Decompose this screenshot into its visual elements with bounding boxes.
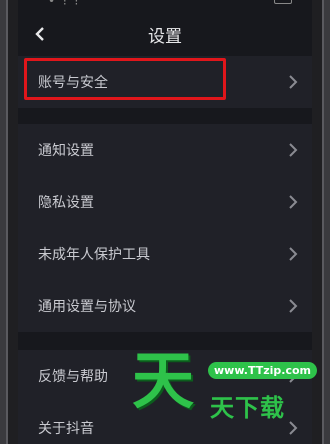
settings-item-label: 未成年人保护工具 (38, 247, 150, 263)
back-arrow-icon[interactable] (32, 26, 48, 42)
settings-item-label: 通用设置与协议 (38, 299, 136, 315)
chevron-right-icon (289, 299, 298, 313)
settings-item-label: 隐私设置 (38, 195, 94, 211)
highlight-box (24, 58, 226, 100)
page-title: 设置 (148, 26, 182, 47)
phone-frame: • ⁝ ⁝ 设置 账号与安全 通知设置 隐私设置 未成年人保护工具 通用设置与协… (0, 0, 330, 444)
settings-item-label: 关于抖音 (38, 421, 94, 437)
chevron-right-icon (289, 75, 298, 89)
nav-bar: 设置 (18, 14, 312, 54)
settings-group-account: 账号与安全 (18, 56, 312, 108)
settings-group-main: 通知设置 隐私设置 未成年人保护工具 通用设置与协议 (18, 124, 312, 332)
status-icons: • ⁝ ⁝ (48, 0, 81, 8)
settings-item-general-agreements[interactable]: 通用设置与协议 (18, 280, 312, 332)
chevron-right-icon (289, 143, 298, 157)
settings-item-notifications[interactable]: 通知设置 (18, 124, 312, 176)
watermark-logo: 天 www.TTzip.com 天下载 (124, 350, 324, 430)
chevron-right-icon (289, 195, 298, 209)
watermark-subtitle: 天下载 (210, 394, 285, 422)
battery-icon (274, 0, 292, 4)
watermark-big-char: 天 (132, 344, 195, 417)
settings-item-minor-protection[interactable]: 未成年人保护工具 (18, 228, 312, 280)
watermark-url: www.TTzip.com (208, 362, 317, 379)
settings-item-label: 反馈与帮助 (38, 369, 108, 385)
settings-item-label: 通知设置 (38, 143, 94, 159)
settings-item-account-security[interactable]: 账号与安全 (18, 56, 312, 108)
chevron-right-icon (289, 247, 298, 261)
status-bar: • ⁝ ⁝ (18, 0, 312, 14)
settings-item-privacy[interactable]: 隐私设置 (18, 176, 312, 228)
